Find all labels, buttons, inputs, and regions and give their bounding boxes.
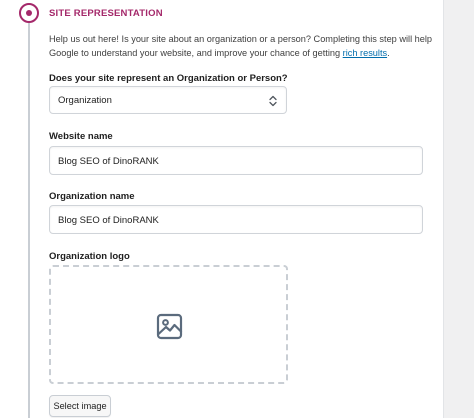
organization-logo-label: Organization logo [49, 251, 130, 262]
right-side-panel [443, 0, 474, 418]
step-indicator-icon [19, 3, 39, 23]
intro-end: . [387, 48, 390, 58]
website-name-value: Blog SEO of DinoRANK [58, 156, 159, 167]
select-image-button[interactable]: Select image [49, 395, 111, 417]
organization-name-input[interactable]: Blog SEO of DinoRANK [49, 205, 423, 234]
representation-select[interactable]: Organization [49, 86, 287, 114]
step-indicator-dot [26, 10, 32, 16]
rich-results-link[interactable]: rich results [343, 48, 387, 58]
representation-label: Does your site represent an Organization… [49, 73, 288, 84]
representation-selected-value: Organization [58, 95, 112, 106]
image-icon [156, 313, 183, 340]
website-name-label: Website name [49, 131, 113, 142]
chevron-up-down-icon [269, 95, 277, 107]
website-name-input[interactable]: Blog SEO of DinoRANK [49, 146, 423, 175]
step-timeline-line [28, 22, 30, 418]
organization-name-label: Organization name [49, 191, 135, 202]
organization-name-value: Blog SEO of DinoRANK [58, 215, 159, 226]
step-intro: Help us out here! Is your site about an … [49, 32, 434, 60]
configuration-page: SITE REPRESENTATION Help us out here! Is… [0, 0, 474, 418]
step-title: SITE REPRESENTATION [49, 8, 163, 19]
organization-logo-dropzone[interactable] [49, 265, 288, 384]
